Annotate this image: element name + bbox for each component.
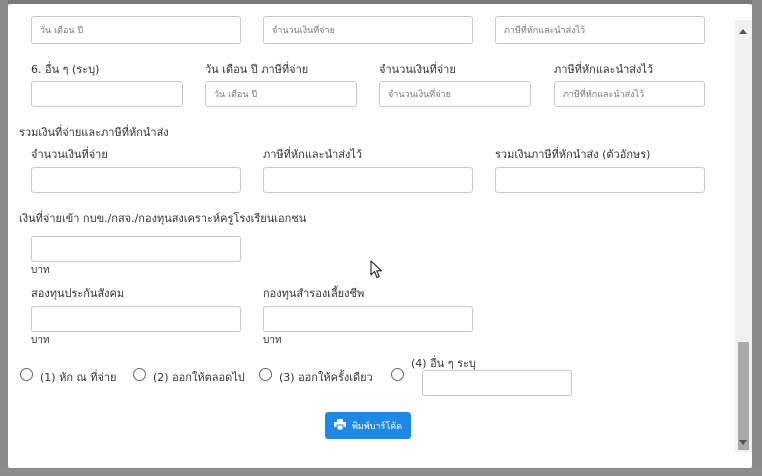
other-type-input[interactable] xyxy=(31,81,183,107)
other-amount-input[interactable]: จำนวนเงินที่จ่าย xyxy=(379,81,531,107)
fund-input[interactable] xyxy=(31,236,241,262)
other-date-input[interactable]: วัน เดือน ปี xyxy=(205,81,357,107)
scroll-up-icon[interactable] xyxy=(739,29,747,34)
totals-amount-input[interactable] xyxy=(31,167,241,193)
totals-tax-text-input[interactable] xyxy=(495,167,705,193)
printer-icon xyxy=(333,418,346,433)
totals-amount-label: จำนวนเงินที่จ่าย xyxy=(31,148,108,161)
payer-option-2-radio[interactable] xyxy=(133,368,146,381)
other-tax-input[interactable]: ภาษีที่หักและนำส่งไว้ xyxy=(554,81,705,107)
payer-option-1-label: (1) หัก ณ ที่จ่าย xyxy=(40,371,117,384)
fund-section-title: เงินที่จ่ายเข้า กบข./กสจ./กองทุนสงเคราะห… xyxy=(19,212,307,225)
totals-tax-label: ภาษีที่หักและนำส่งไว้ xyxy=(263,148,363,161)
payer-option-1-radio[interactable] xyxy=(20,368,33,381)
scroll-thumb[interactable] xyxy=(738,342,749,450)
provident-input[interactable] xyxy=(263,306,473,332)
modal-dialog: วัน เดือน ปี จำนวนเงินที่จ่าย ภาษีที่หัก… xyxy=(8,4,752,468)
social-input[interactable] xyxy=(31,306,241,332)
top-tax-input[interactable]: ภาษีที่หักและนำส่งไว้ xyxy=(495,16,705,44)
provident-title: กองทุนสำรองเลี้ยงชีพ xyxy=(263,287,365,300)
top-amount-input[interactable]: จำนวนเงินที่จ่าย xyxy=(263,16,473,44)
payer-option-4-radio[interactable] xyxy=(391,368,404,381)
backdrop-left xyxy=(0,0,8,476)
social-title: สองทุนประกันสังคม xyxy=(31,287,125,300)
print-barcode-button[interactable]: พิมพ์บาร์โค้ด xyxy=(325,412,411,439)
print-barcode-label: พิมพ์บาร์โค้ด xyxy=(351,421,403,432)
other-date-label: วัน เดือน ปี ภาษีที่จ่าย xyxy=(205,63,309,76)
scrollbar[interactable] xyxy=(735,20,752,452)
provident-unit: บาท xyxy=(263,335,282,346)
fund-unit: บาท xyxy=(31,265,50,276)
mouse-cursor-icon xyxy=(370,260,384,284)
other-tax-label: ภาษีที่หักและนำส่งไว้ xyxy=(554,63,654,76)
totals-tax-input[interactable] xyxy=(263,167,473,193)
totals-tax-text-label: รวมเงินภาษีที่หักนำส่ง (ตัวอักษร) xyxy=(495,148,651,161)
other-title: 6. อื่น ๆ (ระบุ) xyxy=(31,63,100,76)
other-amount-label: จำนวนเงินที่จ่าย xyxy=(379,63,456,76)
totals-section-title: รวมเงินที่จ่ายและภาษีที่หักนำส่ง xyxy=(19,126,169,139)
social-unit: บาท xyxy=(31,335,50,346)
payer-option-2-label: (2) ออกให้ตลอดไป xyxy=(153,371,245,384)
top-date-input[interactable]: วัน เดือน ปี xyxy=(31,16,241,44)
backdrop-right xyxy=(752,0,762,476)
scroll-down-icon[interactable] xyxy=(739,440,747,445)
payer-other-input[interactable] xyxy=(422,370,572,396)
payer-option-3-radio[interactable] xyxy=(259,368,272,381)
backdrop-bottom xyxy=(0,468,762,476)
payer-option-3-label: (3) ออกให้ครั้งเดียว xyxy=(279,371,373,384)
